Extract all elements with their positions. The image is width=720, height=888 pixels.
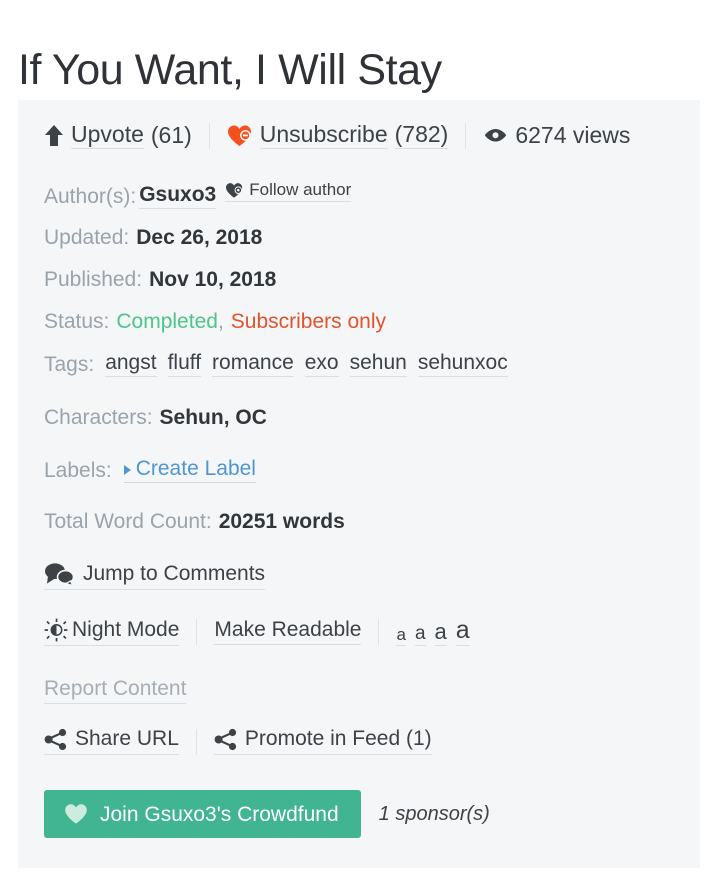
heart-icon: [64, 803, 88, 825]
word-count-row: Total Word Count: 20251 words: [44, 510, 345, 534]
story-info-panel: Upvote (61) Unsubscribe (782) 6274 views…: [18, 100, 700, 868]
characters-value: Sehun, OC: [159, 406, 267, 429]
upvote-count: (61): [150, 122, 192, 149]
tag-item[interactable]: sehun: [349, 351, 407, 378]
author-link[interactable]: Gsuxo3: [139, 183, 217, 210]
author-row: Author(s): Gsuxo3 Follow author: [44, 180, 352, 210]
tags-row: Tags: angst fluff romance exo sehun sehu…: [44, 351, 508, 378]
status-badge-access: Subscribers only: [230, 310, 387, 333]
views-text: 6274 views: [515, 122, 631, 149]
tag-item[interactable]: fluff: [167, 351, 202, 378]
font-size-sm-button[interactable]: a: [414, 624, 426, 646]
display-divider-1: [196, 619, 198, 645]
follow-author-button[interactable]: Follow author: [225, 180, 352, 202]
story-header-page: If You Want, I Will Stay Upvote (61) Uns…: [0, 0, 720, 888]
report-row: Report Content: [44, 677, 187, 705]
published-label: Published:: [44, 268, 143, 291]
characters-row: Characters: Sehun, OC: [44, 406, 267, 430]
published-value: Nov 10, 2018: [149, 268, 277, 291]
status-separator: ,: [217, 310, 224, 333]
action-divider-1: [208, 122, 210, 149]
promote-in-feed-label: Promote in Feed (1): [244, 727, 432, 751]
font-size-xs-button[interactable]: a: [396, 626, 406, 646]
upvote-button[interactable]: Upvote (61): [44, 122, 192, 150]
eye-icon: [483, 127, 508, 145]
share-row: Share URL Promote in Feed (1): [44, 728, 432, 755]
share-url-button[interactable]: Share URL: [44, 728, 179, 755]
brightness-icon: [44, 618, 69, 642]
tag-item[interactable]: angst: [105, 351, 157, 378]
follow-author-label: Follow author: [249, 180, 352, 200]
characters-label: Characters:: [44, 406, 153, 429]
author-label: Author(s):: [44, 184, 137, 208]
tag-item[interactable]: exo: [304, 351, 339, 378]
views-counter: 6274 views: [483, 122, 630, 149]
status-badge-completed: Completed: [116, 310, 218, 333]
labels-label: Labels:: [44, 458, 112, 482]
crowdfund-row: Join Gsuxo3's Crowdfund 1 sponsor(s): [44, 790, 490, 838]
subscriber-count: (782): [394, 122, 449, 150]
updated-value: Dec 26, 2018: [136, 226, 263, 249]
up-arrow-icon: [44, 124, 64, 148]
join-crowdfund-button[interactable]: Join Gsuxo3's Crowdfund: [44, 790, 361, 838]
word-count-value: 20251 words: [218, 510, 345, 533]
unsubscribe-label: Unsubscribe: [259, 122, 388, 150]
create-label-text: Create Label: [135, 457, 256, 480]
action-divider-2: [465, 122, 467, 149]
tag-item[interactable]: romance: [212, 351, 294, 378]
font-size-md-button[interactable]: a: [434, 621, 447, 646]
share-icon: [214, 728, 238, 751]
updated-label: Updated:: [44, 226, 130, 249]
make-readable-button[interactable]: Make Readable: [214, 618, 362, 646]
upvote-label: Upvote: [71, 122, 144, 150]
night-mode-label: Night Mode: [72, 617, 180, 641]
caret-right-icon: [123, 465, 131, 476]
tag-item[interactable]: sehunxoc: [417, 351, 508, 378]
status-label: Status:: [44, 310, 110, 333]
font-size-controls: a a a a: [396, 618, 470, 646]
heart-badge-icon: [225, 182, 244, 199]
create-label-button[interactable]: Create Label: [123, 457, 256, 484]
published-row: Published: Nov 10, 2018: [44, 268, 276, 292]
status-row: Status: Completed , Subscribers only: [44, 310, 386, 334]
sponsor-count: 1 sponsor(s): [378, 802, 490, 825]
promote-in-feed-button[interactable]: Promote in Feed (1): [213, 727, 432, 755]
labels-row: Labels: Create Label: [44, 457, 256, 484]
font-size-lg-button[interactable]: a: [455, 618, 470, 646]
comments-row: Jump to Comments: [44, 561, 266, 590]
join-crowdfund-label: Join Gsuxo3's Crowdfund: [100, 802, 339, 826]
jump-to-comments-label: Jump to Comments: [83, 561, 266, 585]
share-url-label: Share URL: [75, 727, 179, 751]
word-count-label: Total Word Count:: [44, 510, 212, 533]
display-options-row: Night Mode Make Readable a a a a: [44, 618, 470, 646]
report-content-link[interactable]: Report Content: [44, 677, 187, 705]
display-divider-2: [378, 619, 380, 645]
comment-bubbles-icon: [44, 562, 75, 586]
action-bar: Upvote (61) Unsubscribe (782) 6274 views: [44, 122, 630, 150]
share-divider: [195, 728, 197, 755]
heart-minus-icon: [227, 124, 253, 148]
jump-to-comments-link[interactable]: Jump to Comments: [44, 561, 266, 590]
unsubscribe-button[interactable]: Unsubscribe (782): [227, 122, 449, 150]
night-mode-toggle[interactable]: Night Mode: [44, 617, 180, 646]
updated-row: Updated: Dec 26, 2018: [44, 226, 262, 250]
page-title: If You Want, I Will Stay: [18, 45, 442, 94]
share-icon: [44, 728, 68, 751]
tags-label: Tags:: [44, 352, 95, 376]
